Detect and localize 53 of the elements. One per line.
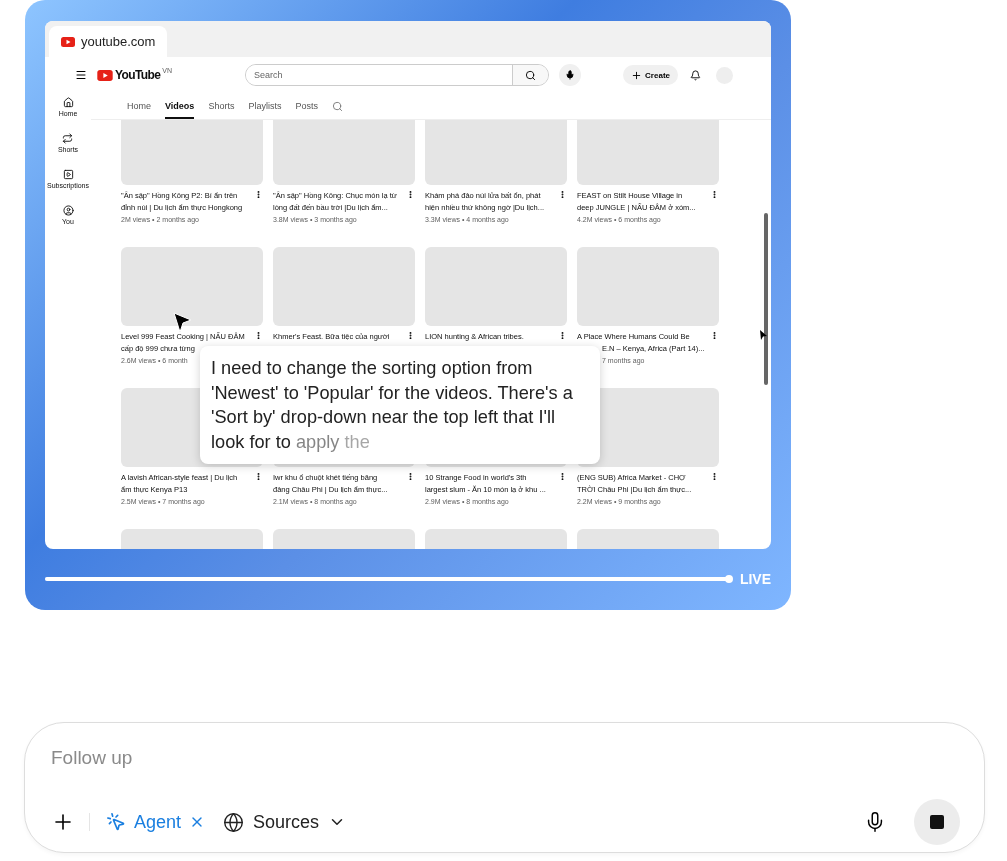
more-icon[interactable]: [406, 472, 415, 481]
more-icon[interactable]: [254, 190, 263, 199]
youtube-icon: [97, 69, 113, 81]
thumbnail-placeholder[interactable]: [425, 247, 567, 326]
thumbnail-placeholder[interactable]: [577, 247, 719, 326]
mic-button[interactable]: [559, 64, 582, 86]
channel-tab[interactable]: Playlists: [248, 101, 282, 119]
thumbnail-placeholder[interactable]: [121, 247, 263, 326]
search-button[interactable]: [512, 65, 549, 85]
more-icon[interactable]: [710, 472, 719, 481]
thumbnail-placeholder[interactable]: [273, 120, 415, 185]
thumbnail-placeholder[interactable]: [121, 120, 263, 185]
live-label: LIVE: [739, 571, 771, 587]
sources-button[interactable]: Sources: [223, 811, 347, 833]
thumbnail-placeholder[interactable]: [577, 120, 719, 185]
agent-thought-text: I need to change the sorting option from 'Newest' to 'Popular' for the videos. There's a 'Sort by' drop-down near the top left that I'll look for to apply the: [211, 357, 574, 454]
pointer-click-icon: [106, 812, 126, 832]
stop-button[interactable]: [914, 799, 960, 845]
more-icon[interactable]: [558, 472, 567, 481]
search-icon: [525, 69, 537, 81]
stop-icon: [930, 815, 944, 829]
menu-icon[interactable]: [75, 69, 87, 81]
progress-handle[interactable]: [724, 575, 733, 583]
channel-tab[interactable]: Shorts: [208, 101, 235, 119]
create-button[interactable]: Create: [623, 65, 678, 85]
scrollbar[interactable]: [764, 213, 768, 385]
home-icon: [62, 97, 74, 108]
youtube-icon: [61, 36, 75, 47]
cursor-icon: [173, 312, 193, 334]
agent-chip[interactable]: Agent: [106, 811, 206, 833]
more-icon[interactable]: [406, 190, 415, 199]
cursor-icon: [760, 330, 767, 340]
more-icon[interactable]: [710, 190, 719, 199]
thumbnail-placeholder[interactable]: [425, 120, 567, 185]
subscriptions-icon: [62, 169, 74, 180]
you-icon: [62, 205, 74, 216]
thumbnail-placeholder[interactable]: [273, 247, 415, 326]
shorts-icon: [62, 133, 74, 144]
browser-tab[interactable]: youtube.com: [49, 26, 168, 57]
more-icon[interactable]: [558, 331, 567, 340]
notifications-icon[interactable]: [690, 69, 701, 81]
plus-icon: [631, 69, 643, 81]
more-icon[interactable]: [406, 331, 415, 340]
more-icon[interactable]: [558, 190, 567, 199]
search-field[interactable]: Search: [245, 64, 550, 86]
more-icon[interactable]: [710, 331, 719, 340]
more-icon[interactable]: [254, 331, 263, 340]
channel-tab[interactable]: Home: [127, 101, 151, 119]
more-icon[interactable]: [254, 472, 263, 481]
search-icon[interactable]: [331, 101, 343, 112]
globe-icon: [223, 811, 245, 833]
channel-tab[interactable]: Posts: [295, 101, 318, 119]
tab-title: youtube.com: [81, 34, 156, 49]
